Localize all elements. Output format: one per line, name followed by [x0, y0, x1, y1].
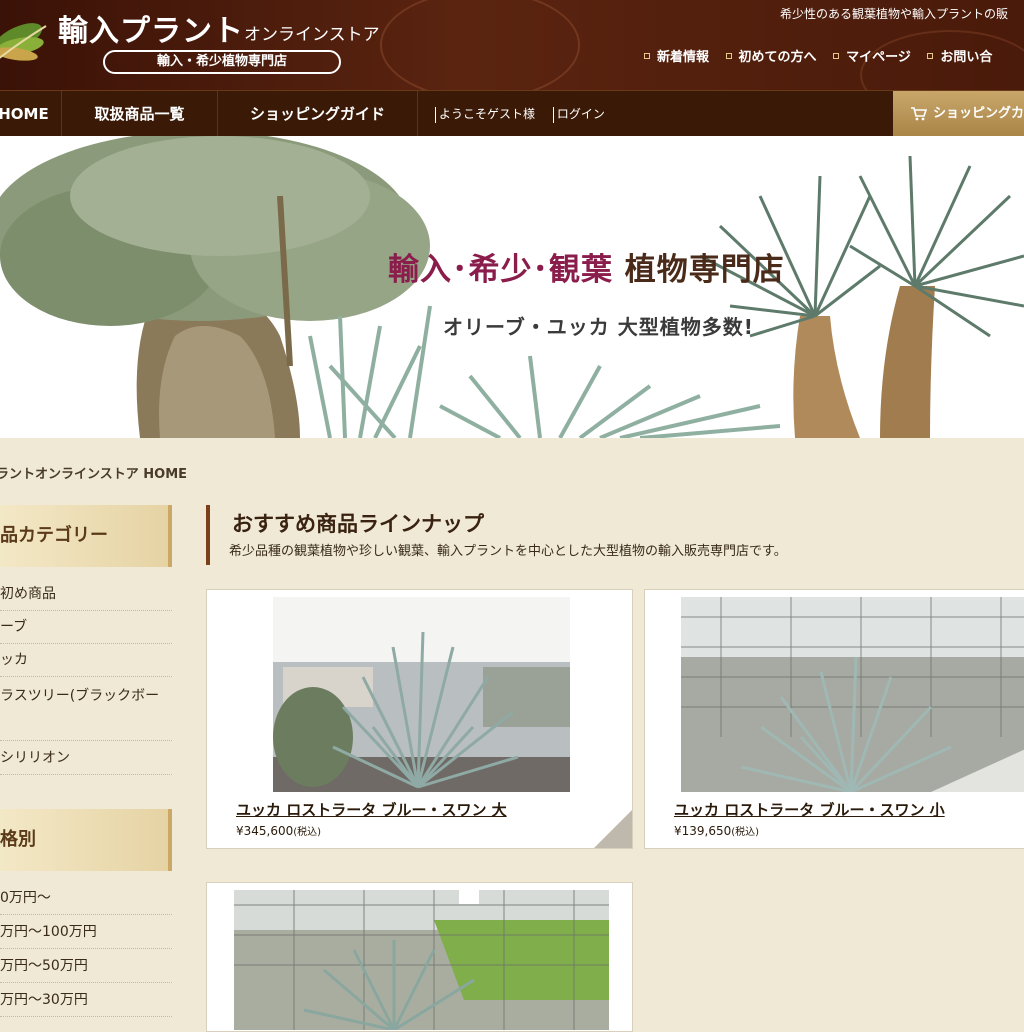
- sidebar-price-heading: 格別: [0, 809, 172, 871]
- link-contact[interactable]: お問い合: [927, 46, 992, 65]
- hero-banner[interactable]: 輸入･希少･観葉 植物専門店 オリーブ・ユッカ 大型植物多数!: [0, 136, 1024, 438]
- bullet-square-icon: [644, 52, 650, 59]
- sidebar-item-category[interactable]: シリリオン: [0, 741, 172, 775]
- nav-product-list[interactable]: 取扱商品一覧: [62, 91, 218, 137]
- sidebar-item-category[interactable]: ラスツリー(ブラックボー: [0, 677, 172, 741]
- nav-greeting: ようこそゲスト様 ログイン: [435, 91, 605, 137]
- divider: [435, 106, 436, 123]
- sidebar-item-category[interactable]: ーブ: [0, 611, 172, 644]
- leaf-logo-icon[interactable]: [0, 12, 50, 70]
- tax-label: (税込): [731, 827, 760, 838]
- card-corner-fold: [594, 810, 632, 848]
- sidebar-item-category[interactable]: 初め商品: [0, 578, 172, 611]
- shopping-cart-button[interactable]: ショッピングカ: [893, 91, 1024, 137]
- hero-title: 輸入･希少･観葉 植物専門店: [388, 244, 785, 289]
- product-card[interactable]: ユッカ ロストラータ ブルー・スワン 小 ¥139,650(税込): [644, 589, 1024, 849]
- product-name[interactable]: ユッカ ロストラータ ブルー・スワン 大: [236, 799, 507, 820]
- site-header: 輸入プラント オンラインストア 輸入・希少植物専門店 希少性のある観葉植物や輸入…: [0, 0, 1024, 90]
- section-title: おすすめ商品ラインナップ: [232, 512, 484, 536]
- sidebar-item-price[interactable]: 0万円〜: [0, 882, 172, 915]
- site-title-sub[interactable]: オンラインストア: [244, 20, 380, 45]
- site-title[interactable]: 輸入プラント: [58, 6, 244, 50]
- hero-title-rest: 植物専門店: [624, 252, 785, 288]
- divider: [552, 106, 554, 123]
- section-description: 希少品種の観葉植物や珍しい観葉、輸入プラントを中心とした大型植物の輸入販売専門店…: [229, 544, 787, 559]
- product-card[interactable]: [206, 882, 633, 1032]
- sidebar-item-category[interactable]: ッカ: [0, 644, 172, 677]
- link-first-time[interactable]: 初めての方へ: [725, 46, 817, 65]
- tax-label: (税込): [293, 827, 322, 838]
- product-price: ¥345,600(税込): [236, 823, 321, 838]
- product-name[interactable]: ユッカ ロストラータ ブルー・スワン 小: [674, 799, 945, 820]
- product-photo[interactable]: [273, 597, 570, 792]
- price-value: ¥139,650: [674, 824, 732, 838]
- hero-title-accent: 輸入･希少･観葉: [388, 252, 613, 288]
- link-mypage-label[interactable]: マイページ: [846, 50, 911, 65]
- link-first-time-label[interactable]: 初めての方へ: [739, 50, 817, 65]
- link-contact-label[interactable]: お問い合: [940, 50, 992, 65]
- sidebar-item-price[interactable]: 万円〜30万円: [0, 983, 172, 1017]
- product-price: ¥139,650(税込): [674, 823, 759, 838]
- sidebar-item-price[interactable]: 万円〜50万円: [0, 949, 172, 983]
- breadcrumb[interactable]: ラントオンラインストア HOME: [0, 463, 187, 482]
- price-value: ¥345,600: [236, 824, 294, 838]
- header-description: 希少性のある観葉植物や輸入プラントの販: [780, 7, 1009, 21]
- header-links: 新着情報 初めての方へ マイページ お問い合: [644, 46, 1004, 65]
- main-nav: HOME 取扱商品一覧 ショッピングガイド ようこそゲスト様 ログイン ショッピ…: [0, 90, 1024, 137]
- link-news[interactable]: 新着情報: [644, 46, 709, 65]
- header-ornament: [380, 0, 580, 90]
- product-photo[interactable]: [234, 890, 609, 1030]
- hero-subtitle: オリーブ・ユッカ 大型植物多数!: [443, 315, 754, 339]
- welcome-text: ようこそゲスト様: [439, 107, 536, 121]
- yucca-tree-image: [699, 155, 1024, 438]
- bullet-square-icon: [927, 52, 934, 59]
- cart-label[interactable]: ショッピングカ: [933, 106, 1024, 121]
- link-mypage[interactable]: マイページ: [833, 46, 911, 65]
- product-card[interactable]: ユッカ ロストラータ ブルー・スワン 大 ¥345,600(税込): [206, 589, 633, 849]
- product-photo[interactable]: [681, 597, 1024, 792]
- nav-home[interactable]: HOME: [0, 91, 62, 137]
- nav-shopping-guide[interactable]: ショッピングガイド: [218, 91, 418, 137]
- bullet-square-icon: [833, 52, 840, 59]
- sidebar-item-price[interactable]: 万円〜100万円: [0, 915, 172, 949]
- login-link[interactable]: ログイン: [557, 107, 605, 121]
- link-news-label[interactable]: 新着情報: [657, 50, 709, 65]
- cart-icon: [911, 106, 928, 120]
- sidebar-category-heading: 品カテゴリー: [0, 505, 172, 567]
- tagline-badge: 輸入・希少植物専門店: [103, 50, 341, 74]
- bullet-square-icon: [725, 52, 732, 59]
- olive-tree-image: [0, 136, 430, 438]
